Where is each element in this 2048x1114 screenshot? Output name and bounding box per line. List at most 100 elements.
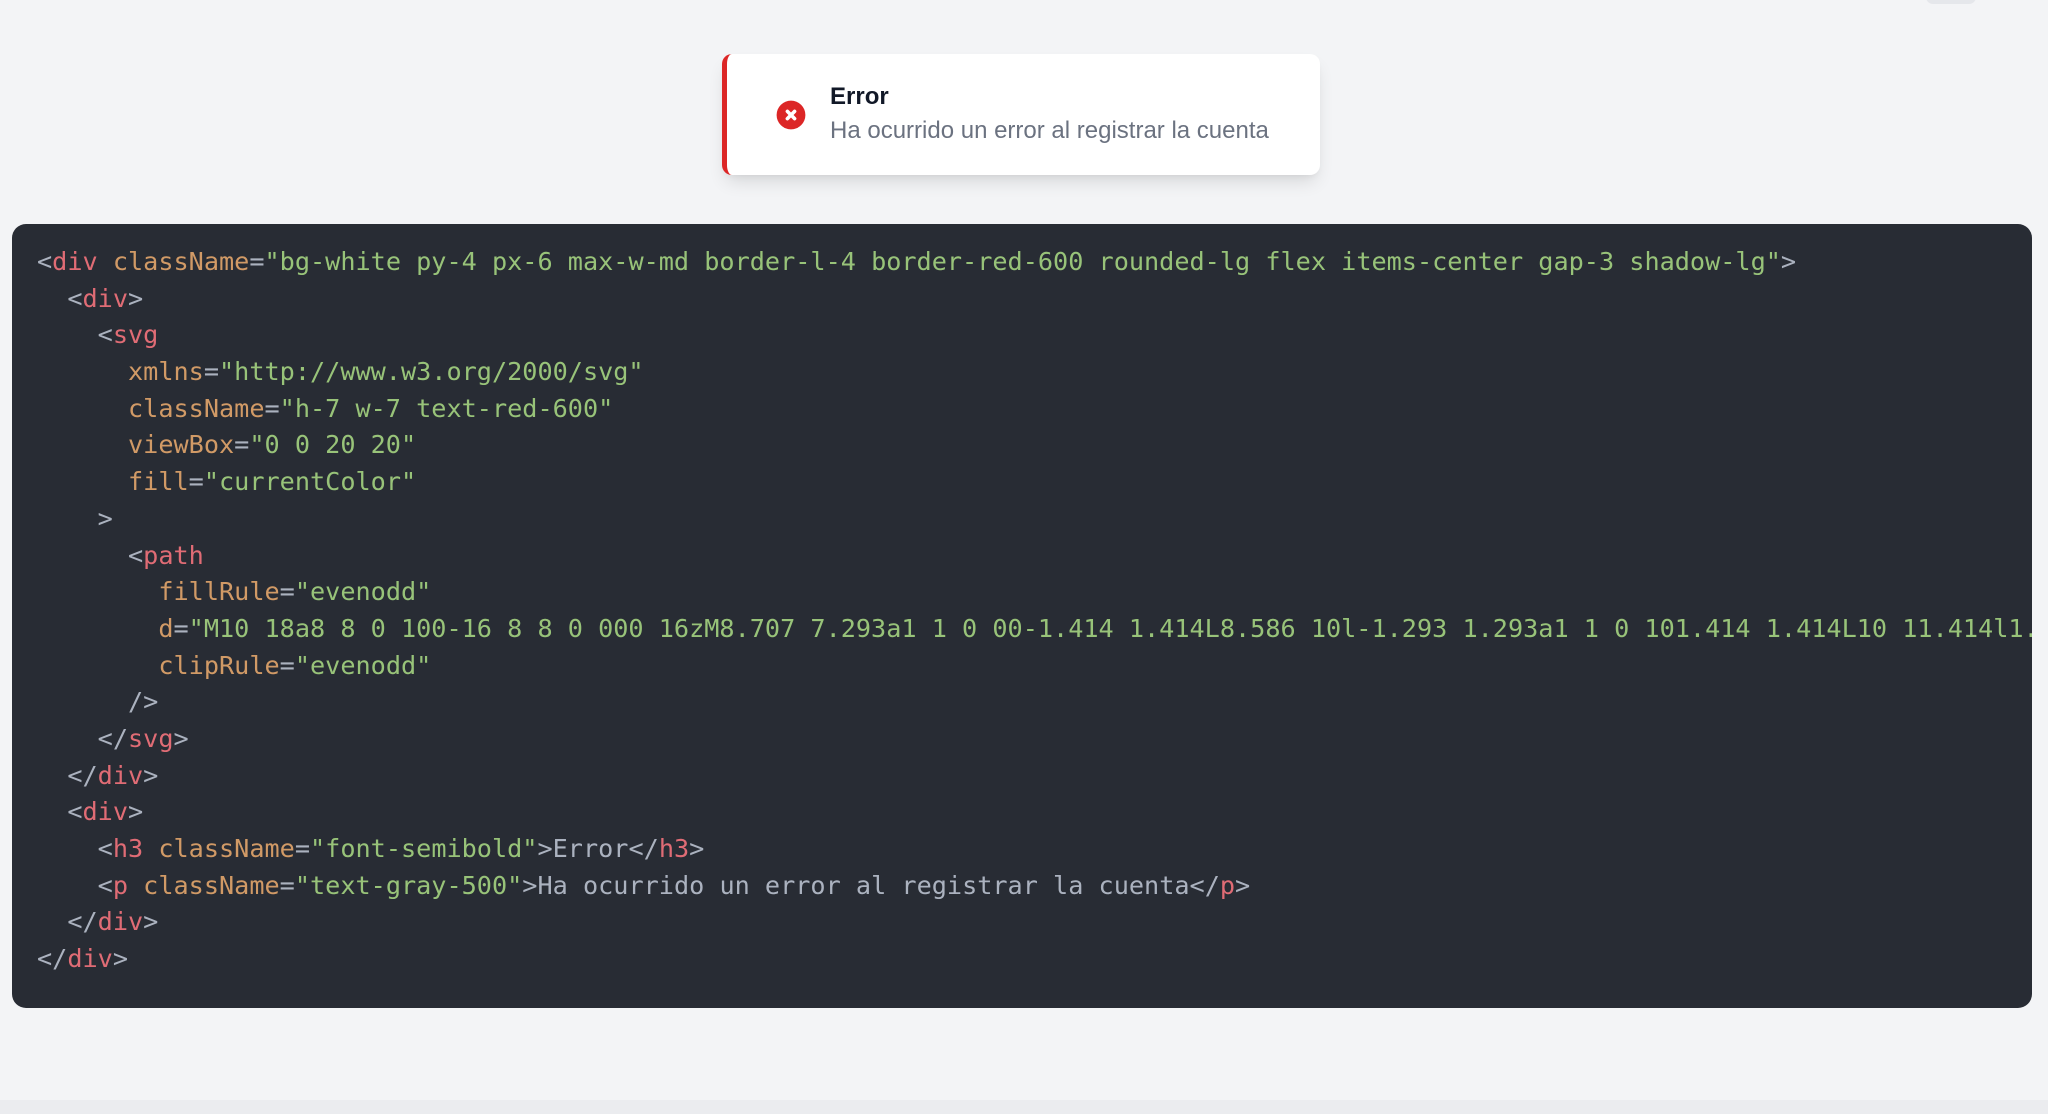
- code-line: fill="currentColor": [37, 464, 2032, 501]
- code-line: <path: [37, 538, 2032, 575]
- code-token: "evenodd": [294, 650, 432, 680]
- code-token: p: [1219, 870, 1236, 900]
- code-line: <h3 className="font-semibold">Error</h3>: [37, 831, 2032, 868]
- code-line: <svg: [37, 317, 2032, 354]
- code-token: >: [112, 944, 129, 974]
- code-line: viewBox="0 0 20 20": [37, 427, 2032, 464]
- code-block: <div className="bg-white py-4 px-6 max-w…: [12, 224, 2032, 1008]
- code-token: =: [279, 577, 295, 607]
- x-circle-icon: [773, 97, 809, 133]
- code-token: >: [143, 760, 159, 790]
- code-token: =: [188, 467, 204, 497]
- code-token: >: [1780, 247, 1797, 276]
- code-line: <p className="text-gray-500">Ha ocurrido…: [37, 868, 2032, 905]
- code-token: </: [37, 944, 68, 974]
- code-token: <: [37, 797, 83, 827]
- code-token: h3: [112, 834, 144, 863]
- code-line: d="M10 18a8 8 0 100-16 8 8 0 000 16zM8.7…: [37, 611, 2032, 648]
- code-line: fillRule="evenodd": [37, 574, 2032, 611]
- code-token: >: [537, 834, 553, 863]
- code-token: "h-7 w-7 text-red-600": [279, 393, 614, 423]
- code-token: className: [128, 393, 265, 423]
- code-token: className: [158, 834, 295, 863]
- code-token: </: [628, 834, 659, 863]
- code-token: =: [294, 834, 310, 863]
- code-token: "font-semibold": [310, 834, 538, 863]
- toast-text: Error Ha ocurrido un error al registrar …: [830, 81, 1269, 149]
- code-line: </div>: [37, 758, 2032, 795]
- code-token: svg: [112, 320, 159, 350]
- code-token: <: [37, 540, 144, 570]
- code-token: className: [143, 870, 280, 900]
- code-token: </: [37, 760, 98, 790]
- code-token: clipRule: [158, 650, 280, 680]
- code-line: </div>: [37, 904, 2032, 941]
- code-token: />: [37, 687, 159, 717]
- code-token: >: [128, 283, 144, 313]
- code-token: =: [279, 870, 295, 900]
- code-line: />: [37, 684, 2032, 721]
- code-token: xmlns: [128, 357, 204, 387]
- code-token: </: [37, 907, 98, 937]
- code-token: fill: [128, 467, 189, 497]
- code-token: <: [37, 834, 113, 863]
- code-token: <: [37, 283, 83, 313]
- code-line: className="h-7 w-7 text-red-600": [37, 391, 2032, 428]
- code-token: =: [264, 393, 280, 423]
- code-token: <: [37, 870, 113, 900]
- code-token: >: [1235, 870, 1251, 900]
- code-token: d: [158, 613, 174, 643]
- code-line: <div>: [37, 281, 2032, 318]
- code-token: </: [1189, 870, 1220, 900]
- code-token: svg: [128, 723, 174, 753]
- code-line: </svg>: [37, 721, 2032, 758]
- code-token: =: [173, 613, 189, 643]
- code-line: clipRule="evenodd": [37, 648, 2032, 685]
- code-token: >: [522, 870, 538, 900]
- code-line: xmlns="http://www.w3.org/2000/svg": [37, 354, 2032, 391]
- code-token: "0 0 20 20": [249, 430, 417, 460]
- code-token: h3: [658, 834, 690, 863]
- toast-title: Error: [830, 82, 889, 110]
- code-token: div: [97, 907, 144, 937]
- code-token: "text-gray-500": [294, 870, 523, 900]
- code-token: <: [37, 247, 53, 276]
- code-token: >: [689, 834, 705, 863]
- code-token: >: [128, 797, 144, 827]
- code-line: <div className="bg-white py-4 px-6 max-w…: [37, 244, 2032, 281]
- code-token: "bg-white py-4 px-6 max-w-md border-l-4 …: [264, 247, 1781, 276]
- code-token: </: [37, 723, 128, 753]
- code-token: =: [279, 650, 295, 680]
- code-token: >: [37, 503, 113, 533]
- code-token: =: [203, 357, 219, 387]
- code-token: p: [112, 870, 128, 900]
- code-token: div: [52, 247, 98, 276]
- code-token: div: [82, 283, 129, 313]
- code-line: </div>: [37, 941, 2032, 978]
- code-token: Ha ocurrido un error al registrar la cue…: [537, 870, 1190, 900]
- code-token: "evenodd": [294, 577, 432, 607]
- code-token: =: [249, 247, 265, 276]
- code-token: <: [37, 320, 113, 350]
- top-right-control[interactable]: [1926, 0, 1976, 4]
- code-token: className: [112, 247, 250, 276]
- code-token: fillRule: [158, 577, 280, 607]
- code-token: div: [97, 760, 144, 790]
- code-line: <div>: [37, 794, 2032, 831]
- code-token: div: [67, 944, 113, 974]
- code-token: "M10 18a8 8 0 100-16 8 8 0 000 16zM8.707…: [188, 613, 2032, 643]
- code-token: div: [82, 797, 129, 827]
- code-token: path: [143, 540, 204, 570]
- page-footer-band: [0, 1100, 2048, 1114]
- code-token: "currentColor": [203, 467, 417, 497]
- code-token: =: [234, 430, 250, 460]
